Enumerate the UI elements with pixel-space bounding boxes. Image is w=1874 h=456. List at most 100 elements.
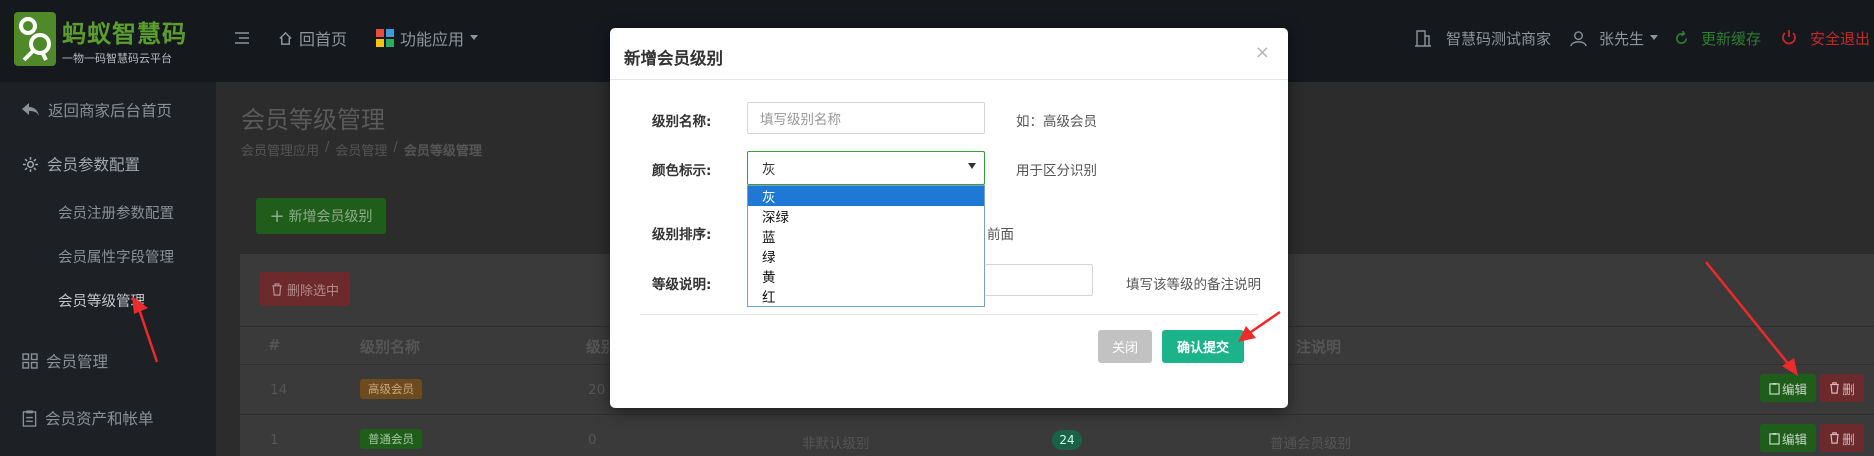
power-icon (1782, 30, 1796, 45)
sidebar-item-attribute-fields[interactable]: 会员属性字段管理 (58, 246, 174, 267)
delete-selected-label: 删除选中 (286, 283, 339, 299)
breadcrumb-item[interactable]: 会员管理应用 (241, 140, 319, 159)
sidebar-item-register-params[interactable]: 会员注册参数配置 (58, 202, 174, 223)
cell-level: 0 (588, 432, 597, 448)
level-tag-senior: 高级会员 (360, 379, 422, 399)
plus-icon: + (269, 205, 285, 227)
sidebar-item-member-manage[interactable]: 会员管理 (0, 349, 216, 373)
caret-down-icon (470, 35, 479, 40)
user-name-label: 张先生 (1599, 29, 1645, 48)
sidebar-item-assets-bills[interactable]: 会员资产和帐单 (0, 406, 216, 430)
sidebar-item-assets-bills-label: 会员资产和帐单 (45, 410, 154, 428)
nav-apps[interactable]: 功能应用 (376, 26, 479, 50)
dropdown-arrow-icon (968, 163, 976, 169)
cell-level: 20 (588, 382, 606, 398)
caret-down-icon (1650, 35, 1659, 40)
logo[interactable]: 蚂蚁智慧码 一物一码智慧码云平台 (14, 10, 224, 70)
level-name-input[interactable]: 填写级别名称 (747, 102, 985, 134)
trash-icon (1830, 432, 1840, 444)
page-title: 会员等级管理 (241, 106, 385, 134)
clipboard-icon (1769, 382, 1780, 395)
level-name-hint: 如：高级会员 (1016, 114, 1097, 130)
level-name-placeholder: 填写级别名称 (760, 112, 841, 128)
breadcrumb: 会员管理应用 / 会员管理 / 会员等级管理 (241, 140, 482, 159)
breadcrumb-current: 会员等级管理 (403, 144, 482, 159)
trash-icon (1830, 382, 1840, 394)
color-select[interactable]: 灰 (747, 151, 985, 185)
cell-default: 非默认级别 (802, 436, 870, 452)
refresh-cache-label: 更新缓存 (1701, 29, 1762, 48)
col-header-note: 注说明 (1296, 338, 1342, 356)
nav-apps-label: 功能应用 (400, 30, 465, 49)
row-divider (240, 414, 1874, 415)
sidebar-item-back[interactable]: 返回商家后台首页 (0, 98, 216, 122)
cell-id: 1 (270, 432, 279, 448)
level-name-label: 级别名称: (652, 114, 712, 130)
edit-label: 编辑 (1781, 431, 1807, 447)
modal-title: 新增会员级别 (624, 49, 723, 68)
merchant-name[interactable]: 智慧码测试商家 (1414, 26, 1551, 50)
breadcrumb-separator: / (325, 140, 330, 155)
menu-icon (235, 32, 249, 44)
building-icon (1415, 30, 1431, 47)
gear-icon (22, 156, 39, 172)
description-label: 等级说明: (652, 277, 712, 293)
sidebar-item-back-label: 返回商家后台首页 (48, 102, 173, 120)
sidebar-item-member-manage-label: 会员管理 (46, 353, 109, 371)
sidebar-item-level-manage[interactable]: 会员等级管理 (58, 290, 145, 311)
ant-logo-icon (14, 12, 56, 66)
nav-home[interactable]: 回首页 (278, 26, 347, 50)
level-tag-normal: 普通会员 (360, 429, 422, 449)
submit-button[interactable]: 确认提交 (1162, 330, 1244, 363)
color-option[interactable]: 灰 (748, 186, 984, 206)
clipboard-icon (1769, 432, 1780, 445)
close-button[interactable]: 关闭 (1098, 330, 1152, 363)
color-select-value: 灰 (762, 162, 776, 178)
color-dropdown-list: 灰 深绿 蓝 绿 黄 红 (747, 185, 985, 307)
breadcrumb-separator: / (393, 140, 398, 155)
delete-row-label: 删 (1842, 431, 1855, 447)
delete-selected-button[interactable]: 删除选中 (260, 272, 350, 306)
color-label: 颜色标示: (652, 163, 712, 179)
color-option[interactable]: 绿 (748, 246, 984, 266)
color-option[interactable]: 深绿 (748, 206, 984, 226)
sidebar-section-label: 会员参数配置 (47, 156, 141, 174)
logout-button[interactable]: 安全退出 (1780, 26, 1870, 50)
delete-row-button[interactable]: 删 (1820, 374, 1864, 402)
refresh-icon (1676, 30, 1688, 44)
description-hint: 填写该等级的备注说明 (1126, 277, 1261, 293)
sort-hint: 前面 (987, 227, 1014, 243)
close-icon[interactable]: × (1255, 42, 1270, 63)
color-option[interactable]: 蓝 (748, 226, 984, 246)
brand-name: 蚂蚁智慧码 (62, 20, 187, 48)
edit-button[interactable]: 编辑 (1760, 424, 1816, 452)
cell-id: 14 (270, 382, 288, 398)
nav-home-label: 回首页 (299, 30, 348, 49)
reply-arrow-icon (22, 103, 39, 116)
sidebar-section-member-params[interactable]: 会员参数配置 (0, 152, 216, 176)
color-option[interactable]: 红 (748, 286, 984, 306)
brand-tagline: 一物一码智慧码云平台 (62, 52, 172, 65)
clipboard-icon (22, 409, 37, 427)
cell-note: 普通会员级别 (1270, 436, 1351, 452)
refresh-cache-button[interactable]: 更新缓存 (1674, 26, 1761, 50)
breadcrumb-item[interactable]: 会员管理 (335, 140, 387, 159)
user-menu[interactable]: 张先生 (1570, 26, 1659, 50)
delete-row-button[interactable]: 删 (1820, 424, 1864, 452)
trash-icon (272, 282, 282, 296)
description-input[interactable] (985, 264, 1093, 296)
delete-row-label: 删 (1842, 381, 1855, 397)
sort-label: 级别排序: (652, 227, 712, 243)
edit-button[interactable]: 编辑 (1760, 374, 1816, 402)
menu-toggle[interactable] (234, 26, 250, 50)
edit-label: 编辑 (1781, 381, 1807, 397)
add-level-modal: 新增会员级别 × 级别名称: 填写级别名称 如：高级会员 颜色标示: 灰 用于区… (610, 28, 1288, 408)
modal-header: 新增会员级别 × (610, 28, 1288, 80)
modal-footer-divider (640, 314, 1258, 315)
add-level-button[interactable]: + 新增会员级别 (256, 198, 386, 234)
user-icon (1570, 30, 1587, 46)
col-header-id: # (268, 336, 281, 354)
color-option[interactable]: 黄 (748, 266, 984, 286)
logout-label: 安全退出 (1810, 29, 1871, 48)
apps-grid-icon (376, 29, 394, 47)
